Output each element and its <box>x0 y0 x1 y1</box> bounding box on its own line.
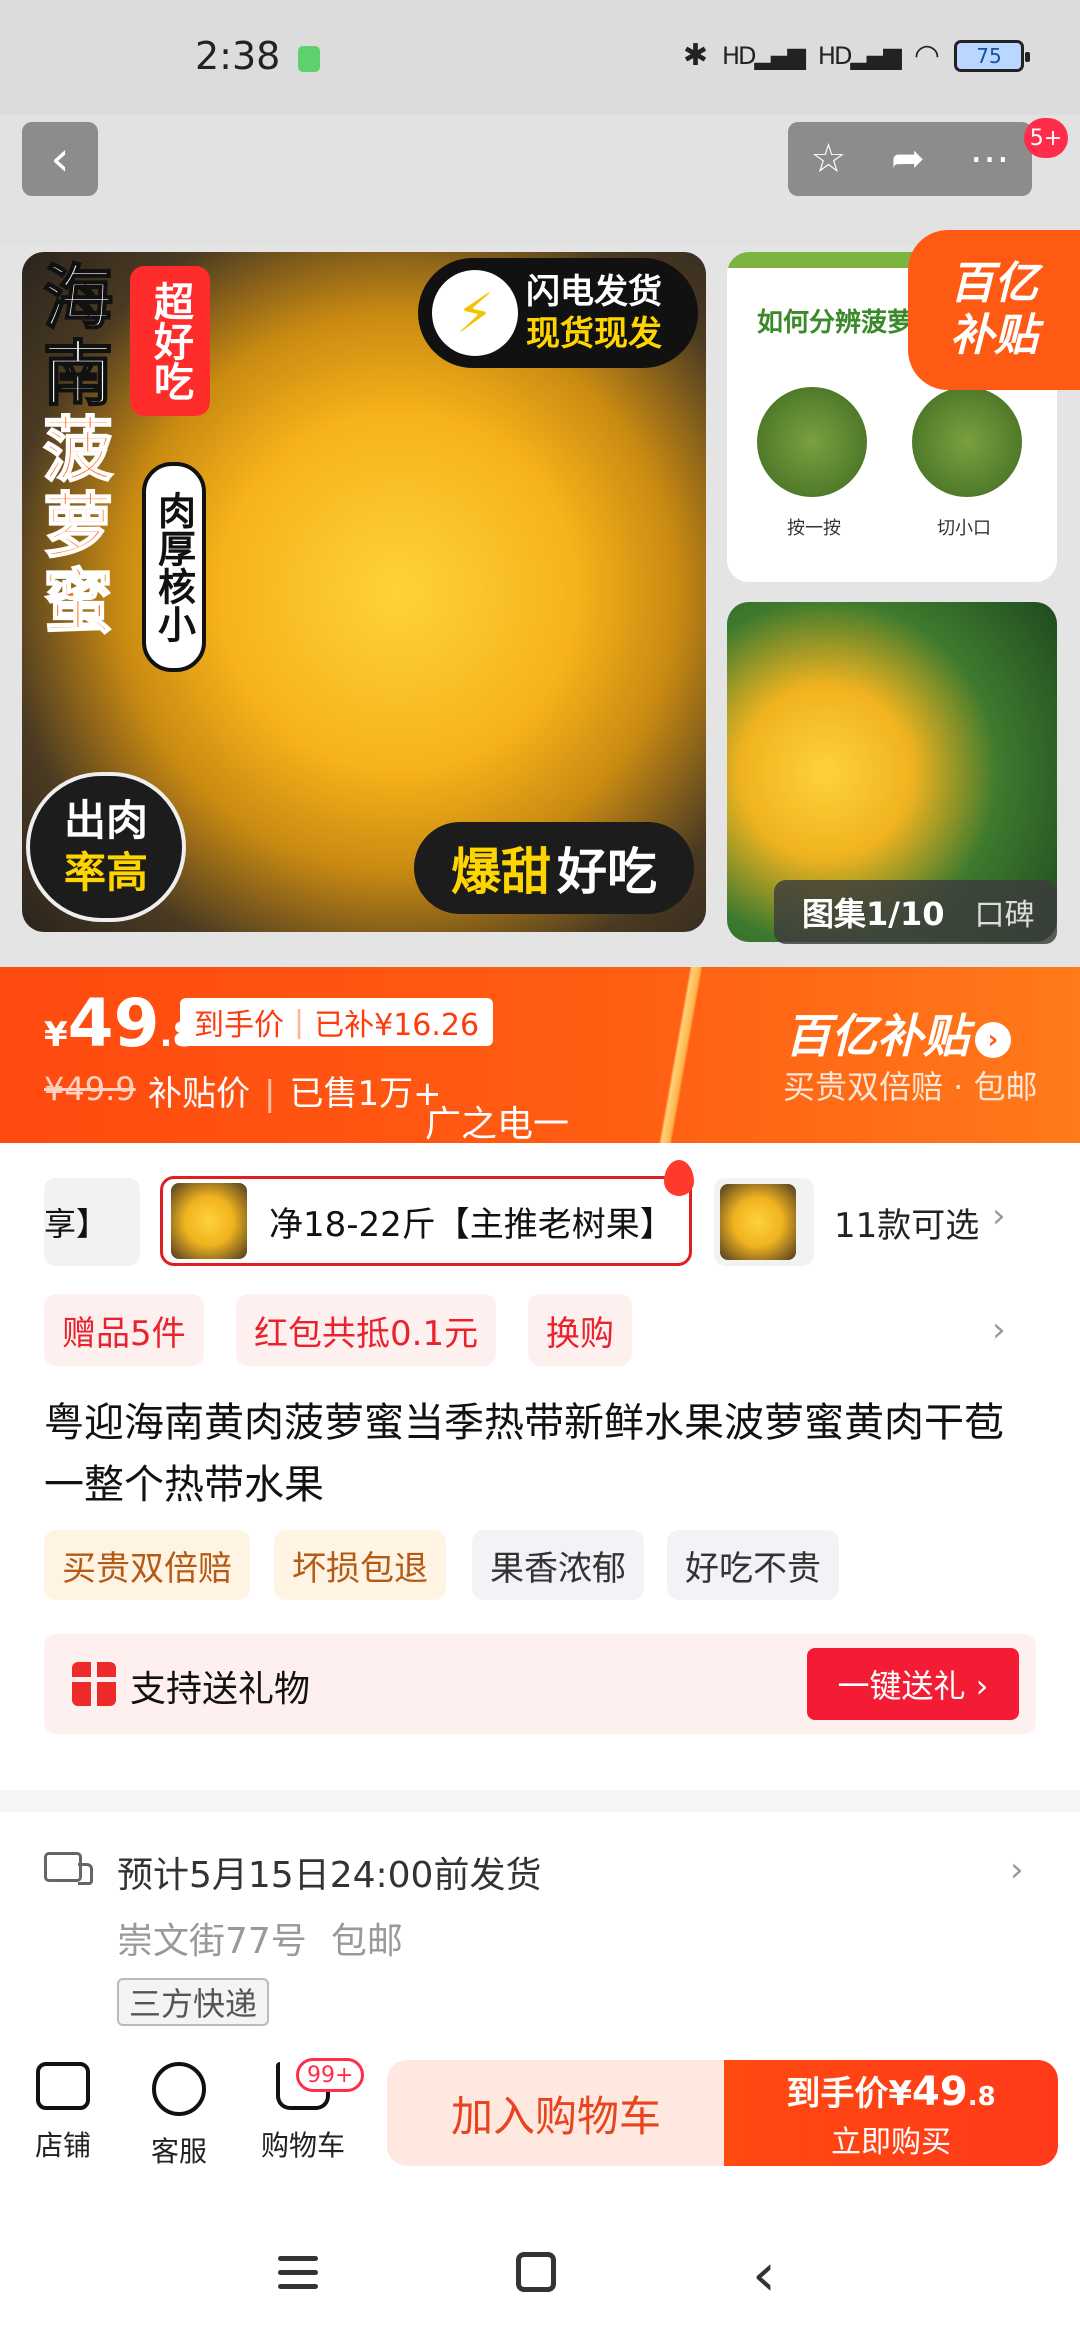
promo-red-packet[interactable]: 红包共抵0.1元 <box>236 1294 497 1366</box>
wifi-icon: ◠ <box>913 38 940 73</box>
price-subline: 补贴价 | 已售1万+ <box>148 1074 442 1114</box>
bluetooth-icon: ✱ <box>682 38 708 73</box>
image-tag-fast-shipping: ⚡ 闪电发货 现货现发 <box>418 258 698 368</box>
subsidy-badge: 百亿 补贴 <box>908 230 1080 390</box>
feature-tag: 好吃不贵 <box>667 1530 839 1600</box>
image-tag-rate: 出肉 率高 <box>26 772 186 922</box>
feature-tag: 果香浓郁 <box>472 1530 644 1600</box>
sim-icon <box>298 46 320 72</box>
store-button[interactable]: 店铺 <box>8 2062 118 2164</box>
add-to-cart-button[interactable]: 加入购物车 <box>387 2060 725 2166</box>
delivery-time[interactable]: 预计5月15日24:00前发货 <box>117 1846 541 1898</box>
guide-question: 如何分辨菠萝 <box>757 308 914 338</box>
cart-badge: 99+ <box>296 2058 365 2092</box>
message-badge: 5+ <box>1024 118 1068 158</box>
price-current: ¥49.8 <box>44 985 197 1062</box>
subsidy-brand-sub: 买贵双倍赔 · 包邮 <box>783 1068 1038 1106</box>
service-tag: 坏损包退 <box>274 1530 446 1600</box>
header-actions: ☆ ➦ ⋯ <box>788 122 1032 196</box>
product-title: 粤迎海南黄肉菠萝蜜当季热带新鲜水果波萝蜜黄肉干苞一整个热带水果 <box>44 1400 1004 1508</box>
delivery-address[interactable]: 崇文街77号 包邮 <box>117 1912 403 1964</box>
sku-thumbnail <box>720 1184 796 1260</box>
sku-option-selected[interactable]: 净18-22斤【主推老树果】 <box>160 1176 692 1266</box>
promo-exchange[interactable]: 换购 <box>528 1294 632 1366</box>
send-gift-button[interactable]: 一键送礼 › <box>807 1648 1019 1720</box>
service-tag: 买贵双倍赔 <box>44 1530 250 1600</box>
image-title: 海 南 菠 萝 蜜 <box>42 257 114 643</box>
sku-thumbnail <box>171 1183 247 1259</box>
image-tag-sweet: 爆甜 好吃 <box>414 822 694 914</box>
sku-option-prev[interactable]: 享】 <box>44 1178 140 1266</box>
truck-icon <box>44 1852 93 1885</box>
image-tag-tasty: 超好吃 <box>130 266 210 416</box>
chevron-left-icon: ‹ <box>50 131 70 187</box>
subsidy-brand-link[interactable]: 百亿补贴 › <box>785 1000 1011 1066</box>
lightning-decoration <box>640 967 740 1143</box>
status-indicators: ✱ HD▂▄▆ HD▂▄▆ ◠ 75 <box>682 38 1030 73</box>
chevron-right-icon[interactable]: › <box>992 1196 1006 1236</box>
favorite-button[interactable]: ☆ <box>810 136 846 182</box>
fruit-image <box>912 387 1022 497</box>
signal-icon-2: HD▂▄▆ <box>817 41 902 70</box>
gallery-counter[interactable]: 图集1/10 口碑 <box>774 880 1057 944</box>
gift-row: 支持送礼物 一键送礼 › <box>44 1634 1036 1734</box>
chevron-right-icon[interactable]: › <box>992 1310 1006 1350</box>
fruit-image <box>757 387 867 497</box>
gift-icon <box>72 1662 116 1706</box>
chevron-right-icon[interactable]: › <box>1010 1850 1024 1890</box>
battery-icon: 75 <box>954 39 1030 72</box>
share-icon: ➦ <box>891 136 925 182</box>
section-divider <box>0 1790 1080 1812</box>
smile-icon <box>152 2062 206 2116</box>
hot-icon <box>664 1160 694 1196</box>
reviews-tab[interactable]: 口碑 <box>975 890 1035 934</box>
watermark-text: 广之电一 <box>425 1104 570 1145</box>
signal-icon-1: HD▂▄▆ <box>722 41 806 70</box>
more-button[interactable]: ⋯ <box>970 136 1010 182</box>
promo-gift[interactable]: 赠品5件 <box>44 1294 204 1366</box>
main-product-image[interactable]: 海 南 菠 萝 蜜 超好吃 肉厚核小 ⚡ 闪电发货 现货现发 出肉 率高 爆甜 … <box>22 252 706 932</box>
store-icon <box>36 2062 90 2110</box>
courier-badge: 三方快递 <box>117 1978 270 2026</box>
more-icon: ⋯ <box>969 136 1010 182</box>
chevron-right-icon: › <box>975 1021 1011 1058</box>
final-price-tag: 到手价 | 已补¥16.26 <box>180 998 494 1046</box>
sku-option-next[interactable] <box>714 1178 814 1266</box>
status-bar: 2:38 ✱ HD▂▄▆ HD▂▄▆ ◠ 75 <box>0 0 1080 115</box>
back-button[interactable]: ‹ <box>22 122 98 196</box>
share-button[interactable]: ➦ <box>891 136 925 182</box>
recent-apps-button[interactable] <box>278 2256 318 2290</box>
lightning-icon: ⚡ <box>432 270 518 356</box>
system-back-button[interactable]: ‹ <box>752 2240 776 2310</box>
star-icon: ☆ <box>810 136 847 182</box>
image-tag-thick: 肉厚核小 <box>142 462 206 672</box>
sku-more-options[interactable]: 11款可选 <box>834 1198 979 1247</box>
status-time: 2:38 <box>195 34 281 78</box>
price-original: ¥49.9 <box>44 1070 136 1108</box>
home-button[interactable] <box>516 2252 556 2292</box>
buy-now-button[interactable]: 到手价¥49.8 立即购买 <box>724 2060 1058 2166</box>
customer-service-button[interactable]: 客服 <box>124 2062 234 2170</box>
